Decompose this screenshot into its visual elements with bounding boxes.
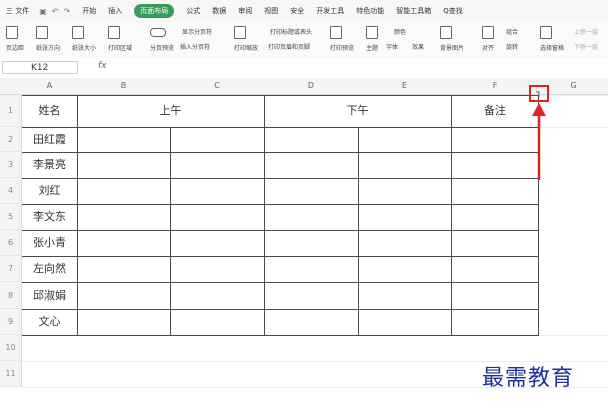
red-arrow-icon [532, 103, 546, 180]
watermark-logo: 最需教育 [482, 366, 575, 391]
